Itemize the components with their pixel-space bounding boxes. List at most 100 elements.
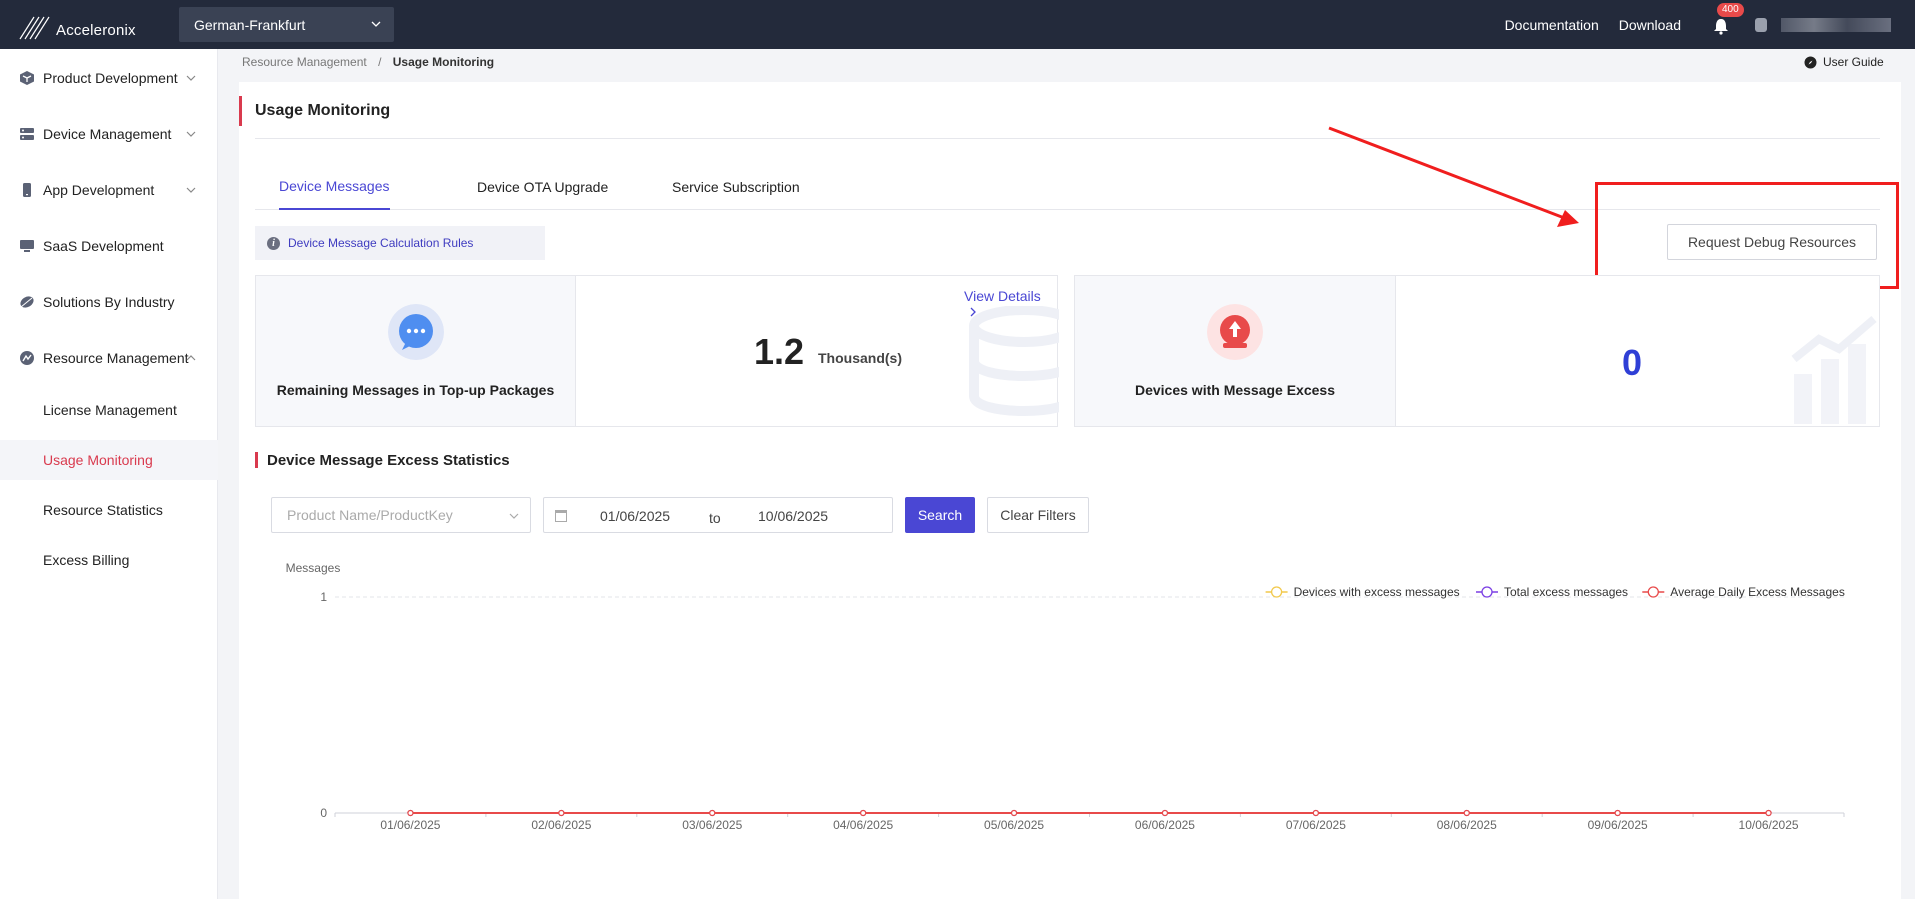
breadcrumb-separator: / — [378, 55, 382, 69]
data-point — [407, 809, 414, 817]
sidebar-subitem-label: Resource Statistics — [43, 502, 163, 518]
sidebar-item-resource-management[interactable]: Resource Management — [0, 338, 218, 378]
calculation-rules-link[interactable]: i Device Message Calculation Rules — [255, 226, 545, 260]
data-point — [558, 809, 565, 817]
logo[interactable]: Acceleronix — [18, 10, 136, 42]
info-icon: i — [267, 236, 280, 250]
data-point — [1010, 809, 1018, 817]
page-title: Usage Monitoring — [239, 96, 390, 126]
x-tick-label: 03/06/2025 — [682, 818, 742, 832]
sidebar-item-solutions-by-industry[interactable]: Solutions By Industry — [0, 282, 218, 322]
x-tick-label: 08/06/2025 — [1437, 818, 1497, 832]
legend-label: Average Daily Excess Messages — [1670, 585, 1845, 599]
tab-service-subscription[interactable]: Service Subscription — [672, 164, 800, 210]
y-tick-label: 1 — [320, 590, 327, 604]
sidebar-subitem-excess-billing[interactable]: Excess Billing — [0, 540, 218, 580]
logo-text: Acceleronix — [56, 21, 136, 39]
clear-filters-button[interactable]: Clear Filters — [987, 497, 1089, 533]
calculation-rules-label: Device Message Calculation Rules — [288, 236, 474, 250]
sidebar-item-app-development[interactable]: App Development — [0, 170, 218, 210]
sidebar-item-label: Device Management — [43, 126, 172, 142]
bar-chart-watermark-icon — [1791, 315, 1877, 424]
resource-icon — [20, 351, 34, 365]
chevron-down-icon — [186, 187, 196, 193]
download-link[interactable]: Download — [1619, 17, 1681, 33]
main-content: Usage Monitoring Device Messages Device … — [239, 82, 1901, 899]
documentation-link[interactable]: Documentation — [1505, 17, 1599, 33]
user-menu[interactable] — [1755, 16, 1895, 34]
sidebar-item-device-management[interactable]: Device Management — [0, 114, 218, 154]
chevron-up-icon — [186, 355, 196, 361]
data-point — [1463, 809, 1470, 817]
remaining-messages-panel: Remaining Messages in Top-up Packages Vi… — [255, 275, 1059, 427]
user-guide-label: User Guide — [1823, 55, 1884, 69]
x-tick-label: 04/06/2025 — [833, 818, 893, 832]
breadcrumb-parent[interactable]: Resource Management — [242, 55, 367, 69]
date-end[interactable]: 10/06/2025 — [758, 508, 828, 524]
sidebar-subitem-usage-monitoring[interactable]: Usage Monitoring — [0, 440, 218, 480]
sidebar-item-label: App Development — [43, 182, 155, 198]
remaining-messages-unit: Thousand(s) — [818, 350, 902, 366]
sidebar-item-label: Solutions By Industry — [43, 294, 175, 310]
y-axis-label: Messages — [286, 561, 341, 575]
x-tick-label: 05/06/2025 — [984, 818, 1044, 832]
legend-marker — [1481, 586, 1493, 598]
annotation-arrow-icon — [1328, 126, 1579, 227]
sidebar-item-label: Resource Management — [43, 350, 189, 366]
top-bar: Acceleronix German-Frankfurt Documentati… — [0, 0, 1915, 49]
sidebar-subitem-resource-statistics[interactable]: Resource Statistics — [0, 490, 218, 530]
top-right-nav: Documentation Download 400 — [1505, 0, 1915, 49]
date-start[interactable]: 01/06/2025 — [600, 508, 670, 524]
y-tick-label: 0 — [320, 806, 327, 820]
tab-device-messages[interactable]: Device Messages — [279, 164, 390, 210]
legend-label: Total excess messages — [1504, 585, 1628, 599]
x-tick-label: 06/06/2025 — [1135, 818, 1195, 832]
product-select[interactable]: Product Name/ProductKey — [271, 497, 531, 533]
sidebar-subitem-license-management[interactable]: License Management — [0, 390, 218, 430]
compass-icon — [1804, 56, 1817, 68]
avatar — [1755, 17, 1767, 32]
calendar-icon — [555, 510, 567, 522]
data-point — [709, 809, 716, 817]
remaining-messages-label: Remaining Messages in Top-up Packages — [276, 382, 555, 398]
product-select-placeholder: Product Name/ProductKey — [287, 507, 453, 523]
data-point — [1765, 809, 1772, 817]
cube-icon — [20, 71, 34, 85]
leaf-icon — [20, 296, 34, 308]
x-tick-label: 01/06/2025 — [380, 818, 440, 832]
sidebar-subitem-label: Usage Monitoring — [43, 452, 153, 468]
sidebar: Product Development Device Management Ap… — [0, 49, 218, 899]
sidebar-item-product-development[interactable]: Product Development — [0, 58, 218, 98]
search-button[interactable]: Search — [905, 497, 975, 533]
data-point — [1161, 809, 1169, 817]
devices-excess-label: Devices with Message Excess — [1134, 382, 1335, 398]
phone-icon — [23, 183, 31, 197]
sidebar-item-label: SaaS Development — [43, 238, 164, 254]
sidebar-item-label: Product Development — [43, 70, 178, 86]
statistics-title: Device Message Excess Statistics — [255, 452, 510, 469]
devices-excess-panel: Devices with Message Excess 0 — [1074, 275, 1880, 427]
sidebar-subitem-label: Excess Billing — [43, 552, 130, 568]
date-range-picker[interactable]: 01/06/2025 to 10/06/2025 — [543, 497, 893, 533]
bell-icon — [1714, 18, 1728, 35]
server-icon — [20, 128, 34, 140]
sidebar-subitem-label: License Management — [43, 402, 177, 418]
chevron-down-icon — [371, 21, 381, 27]
username-redacted — [1781, 17, 1891, 32]
region-selector[interactable]: German-Frankfurt — [179, 7, 394, 42]
remaining-messages-value: 1.2 — [754, 331, 805, 372]
x-tick-label: 02/06/2025 — [531, 818, 591, 832]
chevron-down-icon — [509, 513, 519, 519]
tab-device-ota-upgrade[interactable]: Device OTA Upgrade — [477, 164, 608, 210]
notification-badge: 400 — [1717, 2, 1744, 17]
breadcrumb-current: Usage Monitoring — [392, 55, 495, 69]
view-details-label: View Details — [964, 288, 1041, 304]
divider — [255, 138, 1880, 139]
sidebar-item-saas-development[interactable]: SaaS Development — [0, 226, 218, 266]
monitor-icon — [20, 240, 34, 252]
notification-button[interactable]: 400 — [1711, 2, 1744, 35]
region-label: German-Frankfurt — [194, 16, 306, 33]
user-guide-link[interactable]: User Guide — [1804, 55, 1884, 69]
devices-excess-summary: Devices with Message Excess — [1075, 276, 1396, 426]
chat-bubble-icon — [388, 304, 444, 360]
